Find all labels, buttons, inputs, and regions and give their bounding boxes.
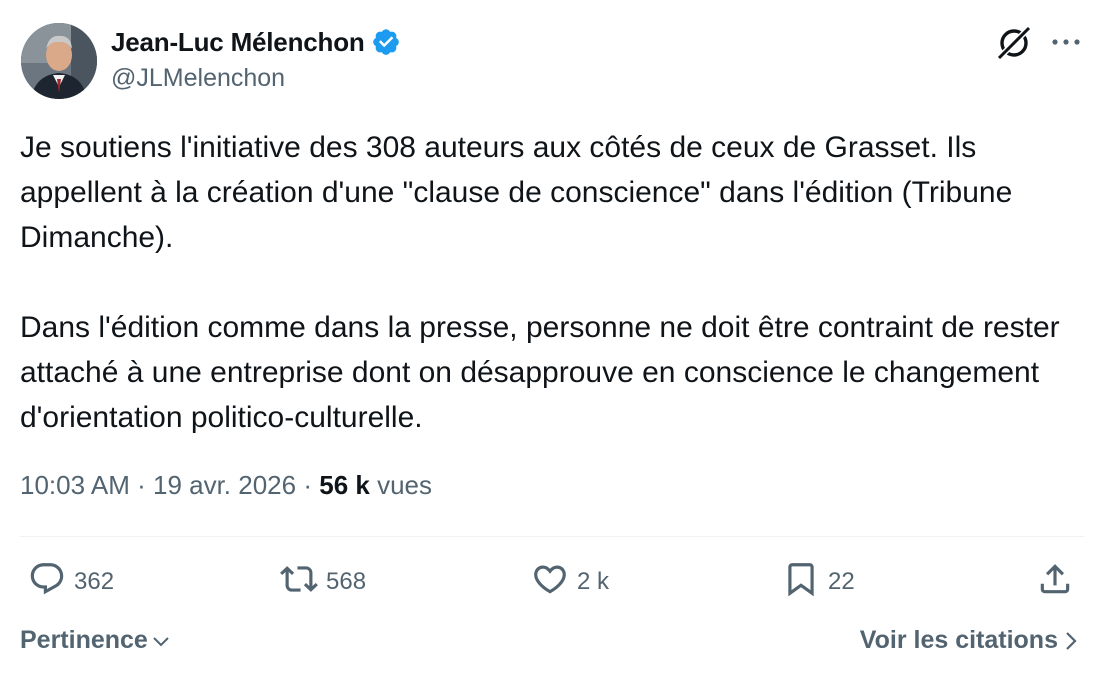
- reply-button[interactable]: 362: [28, 562, 114, 602]
- post-time[interactable]: 10:03 AM: [20, 470, 130, 500]
- meta-separator: ·: [303, 470, 320, 500]
- post-paragraph: Dans l'édition comme dans la presse, per…: [20, 311, 1068, 434]
- more-options-icon[interactable]: [1048, 27, 1084, 57]
- reply-icon: [28, 560, 66, 605]
- share-button[interactable]: [1036, 562, 1074, 602]
- repost-button[interactable]: 568: [280, 562, 366, 602]
- bookmark-count: 22: [828, 568, 855, 595]
- reply-count: 362: [74, 568, 115, 595]
- post-meta: 10:03 AM · 19 avr. 2026 · 56 k vues: [20, 470, 432, 501]
- repost-icon: [280, 560, 318, 605]
- view-quotes-link[interactable]: Voir les citations: [860, 626, 1078, 655]
- bookmark-icon: [782, 560, 820, 605]
- author-block: Jean-Luc Mélenchon @JLMelenchon: [111, 26, 401, 93]
- author-name[interactable]: Jean-Luc Mélenchon: [111, 27, 365, 58]
- tweet-detail: Jean-Luc Mélenchon @JLMelenchon Je souti…: [0, 0, 1102, 673]
- like-button[interactable]: 2 k: [531, 562, 609, 602]
- sort-label: Pertinence: [20, 626, 148, 654]
- heart-icon: [531, 560, 569, 605]
- views-label: vues: [377, 470, 432, 500]
- chevron-right-icon: [1064, 630, 1078, 652]
- bookmark-button[interactable]: 22: [782, 562, 855, 602]
- author-handle[interactable]: @JLMelenchon: [111, 64, 401, 93]
- chevron-down-icon: [151, 631, 171, 651]
- post-paragraph: Je soutiens l'initiative des 308 auteurs…: [20, 131, 1021, 254]
- grok-icon[interactable]: [995, 24, 1033, 62]
- sort-replies-dropdown[interactable]: Pertinence: [20, 626, 171, 655]
- views-count: 56 k: [319, 470, 370, 500]
- share-icon: [1036, 560, 1074, 605]
- meta-separator: ·: [137, 470, 153, 500]
- divider: [20, 536, 1084, 537]
- post-date[interactable]: 19 avr. 2026: [153, 470, 296, 500]
- repost-count: 568: [326, 568, 367, 595]
- post-text: Je soutiens l'initiative des 308 auteurs…: [20, 125, 1085, 440]
- verified-badge-icon[interactable]: [371, 27, 401, 57]
- avatar[interactable]: [21, 23, 97, 99]
- view-quotes-label: Voir les citations: [859, 626, 1058, 654]
- like-count: 2 k: [577, 568, 610, 595]
